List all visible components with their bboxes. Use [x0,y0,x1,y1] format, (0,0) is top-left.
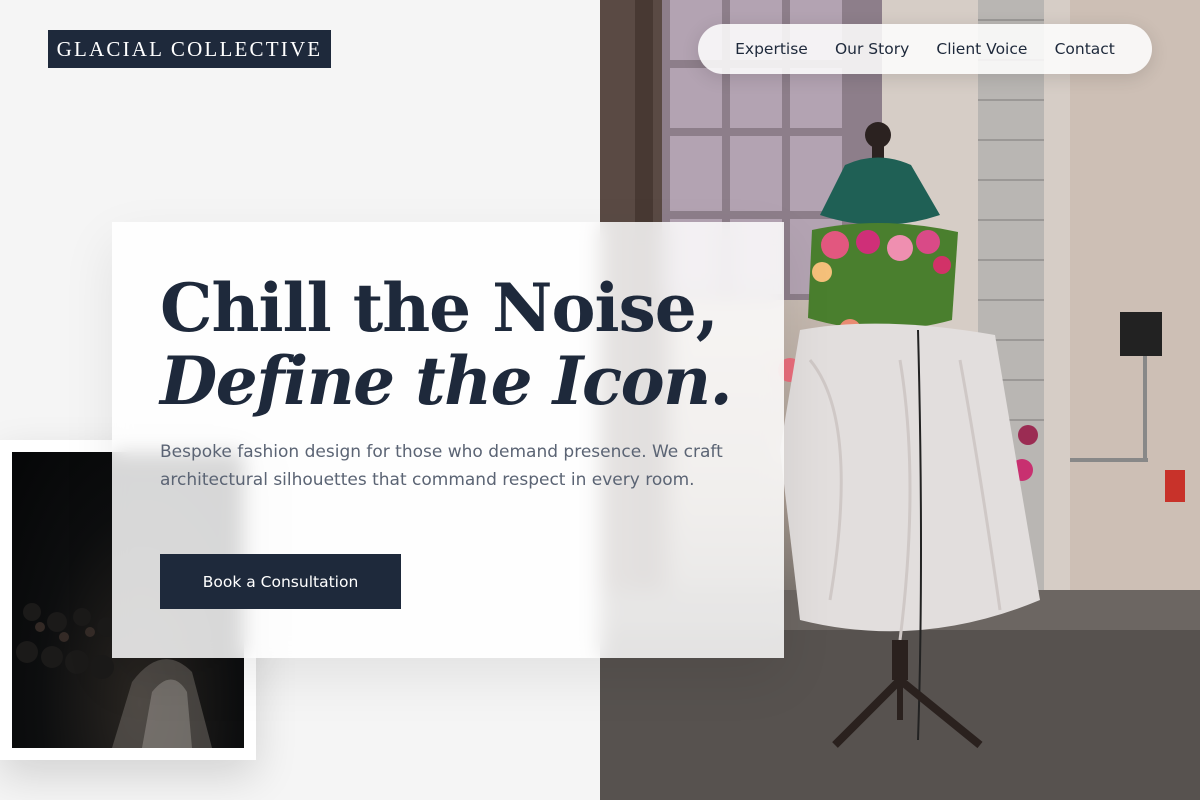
nav-link-our-story[interactable]: Our Story [835,40,909,58]
headline-line-2: Define the Icon. [160,342,733,420]
book-consultation-button[interactable]: Book a Consultation [160,554,401,609]
nav-link-contact[interactable]: Contact [1055,40,1115,58]
brand-logo[interactable]: Glacial Collective [48,30,331,68]
hero-headline: Chill the Noise, Define the Icon. [160,269,733,420]
headline-line-1: Chill the Noise, [160,269,719,347]
hero-card: Chill the Noise, Define the Icon. Bespok… [112,222,784,658]
nav-link-client-voice[interactable]: Client Voice [936,40,1027,58]
hero-subtitle: Bespoke fashion design for those who dem… [160,442,723,490]
nav-link-expertise[interactable]: Expertise [735,40,808,58]
main-nav: Expertise Our Story Client Voice Contact [698,24,1152,74]
